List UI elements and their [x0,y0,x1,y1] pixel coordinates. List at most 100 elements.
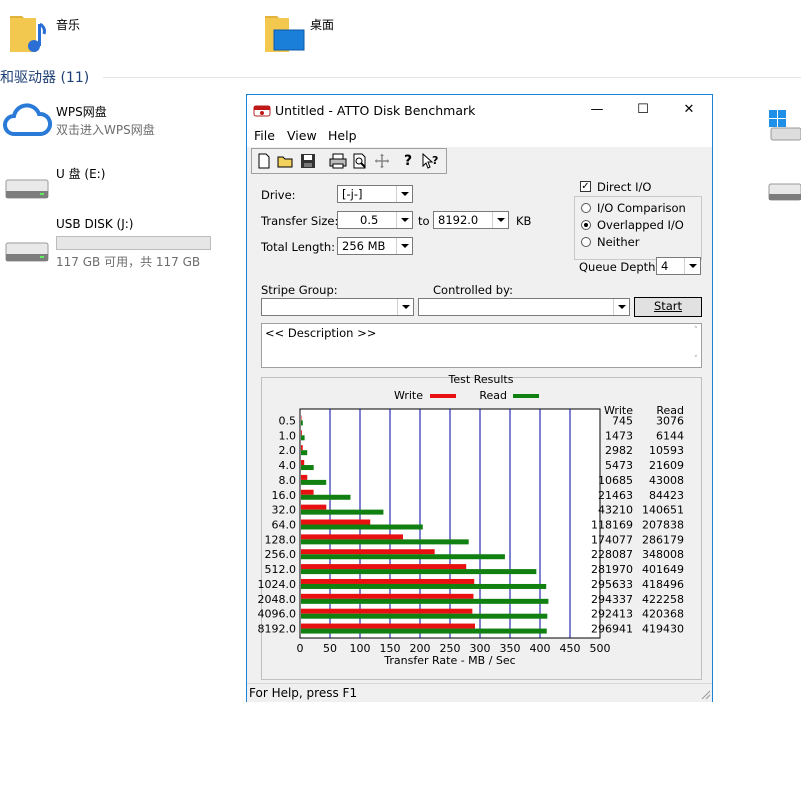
x-axis-label: Transfer Rate - MB / Sec [383,654,515,667]
y-tick-label: 8192.0 [258,623,297,636]
usb-drive-icon [5,179,49,199]
print-icon[interactable] [328,151,348,171]
read-value-label: 420368 [642,608,684,621]
read-bar [301,494,351,500]
drive-j-sub: 117 GB 可用，共 117 GB [56,255,201,269]
maximize-button[interactable]: ☐ [620,95,666,125]
read-value-label: 419430 [642,623,684,636]
direct-io-checkbox[interactable]: ✓ [580,181,591,192]
test-results-chart: Test ResultsWrite Read0 50 100 150 200 250 300 3… [258,373,685,667]
drive-e[interactable]: U 盘 (E:) [2,160,242,206]
read-value-label: 418496 [642,578,684,591]
menu-view[interactable]: View [287,128,317,143]
new-icon[interactable] [254,151,274,171]
svg-text:?: ? [432,154,438,167]
scroll-up-icon[interactable]: ˄ [694,326,699,336]
window-title: Untitled - ATTO Disk Benchmark [275,103,476,118]
y-tick-label: 2048.0 [258,593,297,606]
io-comparison-label: I/O Comparison [597,201,686,215]
chevron-down-icon [613,299,629,315]
toolbar: ? ? [251,148,447,174]
read-value-label: 286179 [642,533,684,546]
read-bar [301,420,303,426]
x-tick-label: 0 [297,642,304,655]
read-bar [301,598,549,604]
chevron-down-icon [684,258,700,274]
transfer-size-label: Transfer Size: [261,214,339,228]
desktop-folder[interactable]: 桌面 [262,10,382,56]
save-icon[interactable] [298,151,318,171]
write-bar [301,623,475,629]
move-icon[interactable] [372,151,392,171]
transfer-to-select[interactable]: 8192.0 [433,211,509,229]
write-value-label: 43210 [598,504,633,517]
write-value-label: 10685 [598,474,633,487]
write-bar [301,534,403,540]
x-tick-label: 450 [560,642,581,655]
write-value-label: 228087 [591,548,633,561]
direct-io-label: Direct I/O [597,180,652,194]
x-tick-label: 100 [350,642,371,655]
drive-label: Drive: [261,188,296,202]
drive-select[interactable]: [-j-] [337,185,413,203]
queue-depth-select[interactable]: 4 [656,257,701,275]
total-length-select[interactable]: 256 MB [337,237,413,255]
transfer-to-value: 8192.0 [438,213,479,227]
controlled-by-select[interactable] [418,298,630,316]
to-label: to [418,214,430,228]
neither-radio[interactable] [581,237,591,247]
write-value-label: 174077 [591,533,633,546]
y-tick-label: 32.0 [272,504,297,517]
write-value-label: 281970 [591,563,633,576]
description-field[interactable]: << Description >> ˄ ˅ [261,323,702,368]
read-bar [301,569,537,575]
drives-section-title[interactable]: 和驱动器 (11) [0,67,89,87]
start-button-label: Start [653,299,683,313]
chart-title: Test Results [448,373,514,386]
y-tick-label: 128.0 [265,533,297,546]
print-preview-icon[interactable] [350,151,370,171]
drive-j-name: USB DISK (J:) [56,217,134,231]
scroll-down-icon[interactable]: ˅ [694,355,699,365]
context-help-icon[interactable]: ? [420,151,440,171]
overlapped-io-radio[interactable] [581,220,591,230]
drive-value: [-j-] [342,187,363,201]
write-value-label: 292413 [591,608,633,621]
write-value-label: 5473 [605,459,633,472]
legend-write-swatch [430,394,456,398]
total-length-label: Total Length: [261,240,336,254]
y-tick-label: 1.0 [279,429,297,442]
read-bar [301,628,547,634]
music-folder[interactable]: 音乐 [6,10,126,56]
read-value-label: 3076 [656,414,684,427]
read-bar [301,435,305,441]
help-icon[interactable]: ? [398,151,418,171]
y-tick-label: 4.0 [279,459,297,472]
start-button[interactable]: Start [634,297,702,317]
menu-file[interactable]: File [254,128,275,143]
chevron-down-icon [492,212,508,228]
close-button[interactable]: ✕ [666,95,712,125]
y-tick-label: 1024.0 [258,578,297,591]
read-value-label: 84423 [649,489,684,502]
menu-help[interactable]: Help [328,128,357,143]
total-length-value: 256 MB [342,239,386,253]
write-value-label: 118169 [591,519,633,532]
transfer-from-value: 0.5 [360,213,379,227]
resize-grip-icon[interactable] [701,690,711,700]
write-bar [301,415,302,421]
x-tick-label: 500 [590,642,611,655]
x-tick-label: 400 [530,642,551,655]
controlled-by-label: Controlled by: [433,283,513,297]
write-value-label: 294337 [591,593,633,606]
write-bar [301,593,474,599]
io-comparison-radio[interactable] [581,203,591,213]
transfer-from-select[interactable]: 0.5 [337,211,413,229]
drive-wps[interactable]: WPS网盘 双击进入WPS网盘 [2,98,242,144]
read-value-label: 21609 [649,459,684,472]
open-icon[interactable] [276,151,296,171]
read-value-label: 140651 [642,504,684,517]
wps-cloud-icon [3,103,52,136]
stripe-group-select[interactable] [261,298,414,316]
minimize-button[interactable]: — [574,95,620,125]
